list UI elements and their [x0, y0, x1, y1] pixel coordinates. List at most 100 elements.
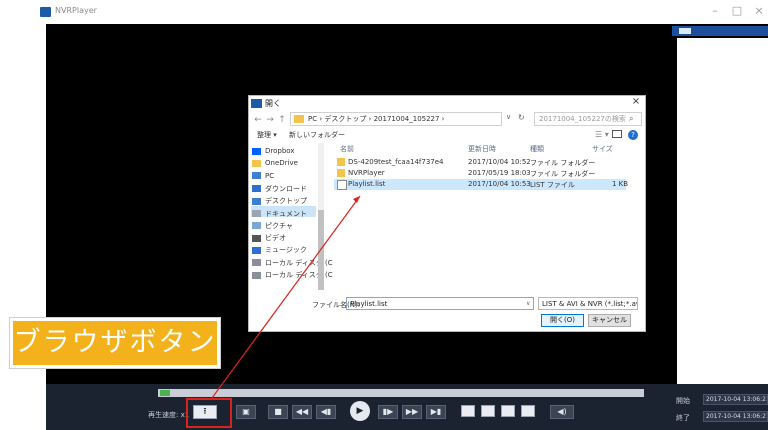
step-back-icon[interactable]: ◀▮ [316, 405, 336, 419]
column-modified[interactable]: 更新日時 [468, 144, 496, 154]
fast-icon[interactable]: ▶▶ [402, 405, 422, 419]
new-folder-button[interactable]: 新しいフォルダー [289, 130, 345, 140]
search-placeholder: 20171004_105227の検索 [539, 115, 626, 123]
nav-scrollbar-thumb[interactable] [318, 210, 324, 290]
folder-icon [294, 115, 304, 123]
file-size: 1 KB [612, 180, 629, 188]
callout-label: ブラウザボタン [9, 317, 221, 369]
layout-4-icon[interactable] [481, 405, 495, 417]
column-size[interactable]: サイズ [592, 144, 613, 154]
nav-item-label: ドキュメント [265, 209, 307, 218]
disk-icon [252, 271, 261, 279]
nav-item-label: Dropbox [265, 147, 295, 155]
refresh-icon[interactable]: ↻ [518, 113, 530, 125]
dialog-title: 開く [265, 99, 281, 108]
file-modified: 2017/10/04 10:53 [468, 180, 531, 188]
folder-icon [337, 169, 345, 177]
folder-icon [337, 158, 345, 166]
stop-icon[interactable]: ■ [268, 405, 288, 419]
file-icon [337, 180, 347, 190]
collapse-icon[interactable] [679, 28, 691, 34]
slow-icon[interactable]: ◀◀ [292, 405, 312, 419]
pictures-icon [252, 222, 261, 230]
cancel-button[interactable]: キャンセル [588, 314, 631, 327]
help-icon[interactable]: ? [628, 130, 638, 140]
file-name: NVRPlayer [348, 169, 385, 177]
column-name[interactable]: 名前 [340, 144, 354, 154]
app-icon [40, 7, 51, 17]
file-modified: 2017/10/04 10:52 [468, 158, 531, 166]
volume-icon[interactable]: ◀) [550, 405, 574, 419]
nav-item[interactable]: PC [252, 172, 274, 184]
progress-bar[interactable] [158, 389, 644, 397]
file-type-filter[interactable]: LIST & AVI & NVR (*.list;*.avi;*.n [538, 297, 638, 310]
address-path: PC › デスクトップ › 20171004_105227 › [308, 115, 445, 123]
open-button[interactable]: 開く(O) [541, 314, 584, 327]
nav-item[interactable]: ピクチャ [252, 221, 293, 233]
file-row[interactable]: NVRPlayer 2017/05/19 18:03 ファイル フォルダー [334, 168, 626, 179]
dialog-close-button[interactable]: × [630, 96, 642, 108]
file-type: LIST ファイル [530, 181, 575, 189]
end-time-input[interactable]: 2017-10-04 13:06:21 [703, 411, 768, 422]
address-dropdown-icon[interactable]: ∨ [506, 113, 516, 125]
filename-input[interactable]: Playlist.list [346, 297, 534, 310]
organize-menu[interactable]: 整理 ▾ [257, 130, 277, 140]
playlist-list[interactable] [677, 38, 768, 384]
up-icon[interactable]: ↑ [276, 114, 288, 126]
close-window-button[interactable]: × [750, 4, 768, 18]
nav-item-label: ピクチャ [265, 221, 293, 230]
nav-item[interactable]: OneDrive [252, 159, 298, 171]
pc-icon [252, 172, 261, 180]
nav-item-label: ビデオ [265, 234, 286, 243]
minimize-button[interactable]: – [706, 4, 724, 18]
file-type: ファイル フォルダー [530, 170, 596, 178]
file-name: DS-4209test_fcaa14f737e4 [348, 158, 444, 166]
file-modified: 2017/05/19 18:03 [468, 169, 531, 177]
step-forward-icon[interactable]: ▮▶ [378, 405, 398, 419]
start-time-label: 開始 [676, 397, 690, 405]
onedrive-icon [252, 159, 261, 167]
maximize-button[interactable]: □ [728, 4, 746, 18]
layout-16-icon[interactable] [521, 405, 535, 417]
end-time-label: 終了 [676, 414, 690, 422]
nav-item[interactable]: ミュージック [252, 245, 307, 257]
column-type[interactable]: 種類 [530, 144, 544, 154]
filename-dropdown-icon[interactable]: ∨ [526, 300, 530, 307]
layout-9-icon[interactable] [501, 405, 515, 417]
end-icon[interactable]: ▶▮ [426, 405, 446, 419]
nav-item-label: OneDrive [265, 159, 298, 168]
progress-bar-fill [160, 390, 170, 396]
desktop-icon [252, 197, 261, 205]
dropbox-icon [252, 147, 261, 155]
start-time-input[interactable]: 2017-10-04 13:06:21 [703, 394, 768, 405]
browse-button-highlight [186, 398, 232, 428]
preview-pane-icon[interactable] [612, 130, 622, 138]
file-row[interactable]: Playlist.list 2017/10/04 10:53 LIST ファイル 1 … [334, 179, 629, 190]
capture-icon[interactable]: ▣ [236, 405, 256, 419]
nav-item[interactable]: ダウンロード [252, 184, 307, 196]
search-icon[interactable]: ⌕ [629, 114, 633, 124]
download-icon [252, 185, 261, 193]
nav-item-label: ミュージック [265, 246, 307, 255]
nav-item-label: ダウンロード [265, 184, 307, 193]
play-button[interactable]: ▶ [350, 401, 370, 421]
playback-speed-label: 再生速度: x1 [148, 411, 190, 419]
window-title: NVRPlayer [55, 6, 97, 15]
forward-icon[interactable]: → [264, 114, 276, 126]
music-icon [252, 246, 261, 254]
view-options-icon[interactable]: ☰ ▾ [595, 130, 609, 139]
documents-icon [252, 210, 261, 217]
nav-item[interactable]: Dropbox [252, 147, 295, 159]
nav-item-label: PC [265, 171, 275, 180]
back-icon[interactable]: ← [252, 114, 264, 126]
nav-item-label: デスクトップ [265, 197, 307, 206]
disk-icon [252, 259, 261, 267]
nav-item[interactable]: ドキュメント [252, 209, 307, 221]
nav-item[interactable]: ビデオ [252, 233, 286, 245]
file-row[interactable]: DS-4209test_fcaa14f737e4 2017/10/04 10:52… [334, 157, 626, 168]
nav-item[interactable]: デスクトップ [252, 196, 307, 208]
file-type: ファイル フォルダー [530, 159, 596, 167]
file-name: Playlist.list [348, 180, 386, 188]
window-titlebar [0, 0, 768, 24]
layout-1-icon[interactable] [461, 405, 475, 417]
